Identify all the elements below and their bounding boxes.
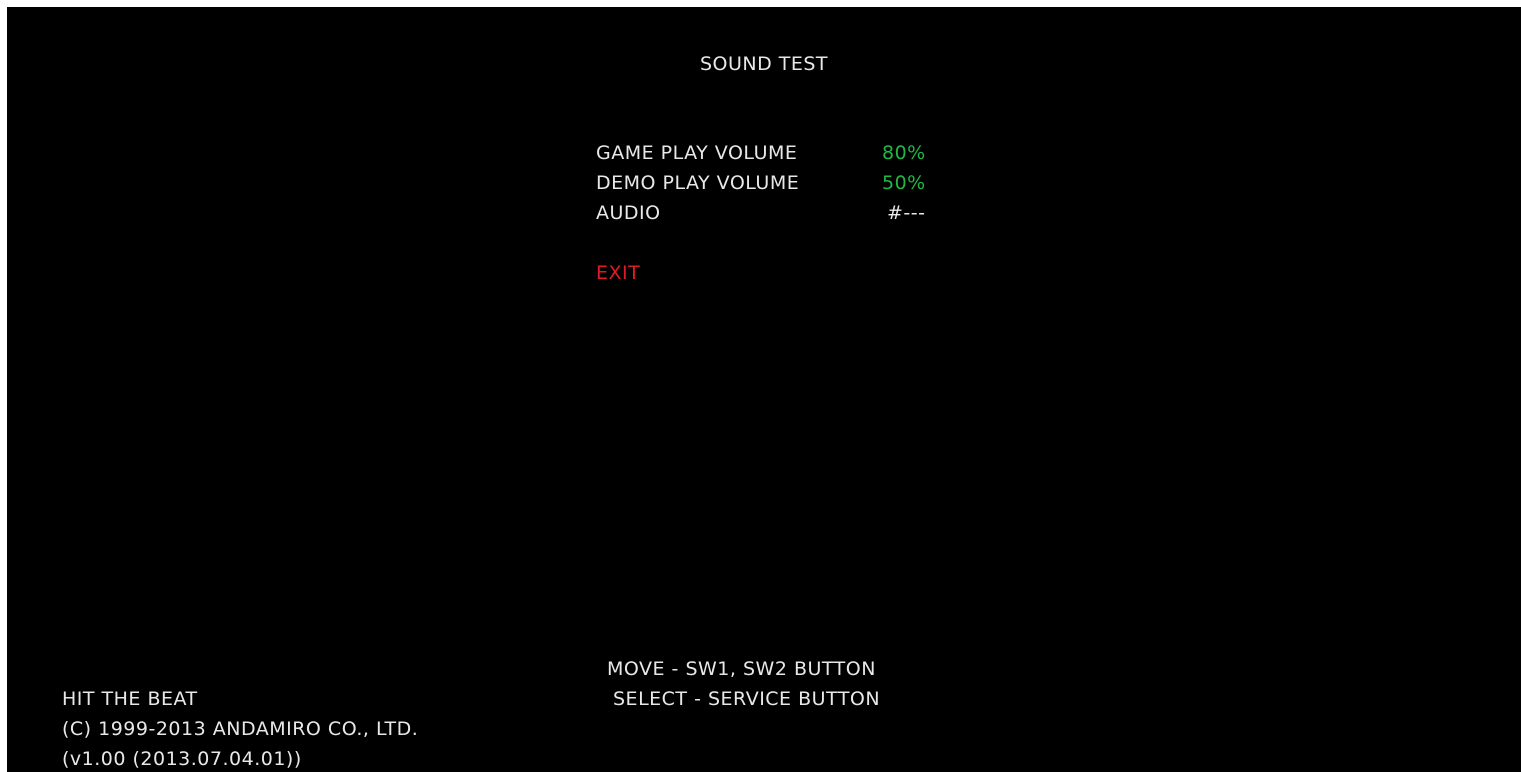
exit-menu-item[interactable]: EXIT [596, 261, 640, 285]
footer-game-title: HIT THE BEAT [62, 688, 198, 710]
help-move-text: MOVE - SW1, SW2 BUTTON [607, 658, 876, 680]
footer-version: (v1.00 (2013.07.04.01)) [62, 748, 302, 770]
menu-item-audio-value[interactable]: #--- [887, 201, 926, 225]
menu-item-game-play-volume-value[interactable]: 80% [882, 141, 926, 165]
footer-copyright: (C) 1999-2013 ANDAMIRO CO., LTD. [62, 718, 419, 740]
service-screen: SOUND TEST GAME PLAY VOLUME 80% DEMO PLA… [7, 7, 1521, 772]
help-select-text: SELECT - SERVICE BUTTON [613, 688, 881, 710]
menu-item-demo-play-volume-value[interactable]: 50% [882, 171, 926, 195]
menu-item-game-play-volume-label[interactable]: GAME PLAY VOLUME [596, 141, 797, 165]
screen-title: SOUND TEST [699, 53, 829, 75]
menu-item-audio-label[interactable]: AUDIO [596, 201, 661, 225]
menu-item-demo-play-volume-label[interactable]: DEMO PLAY VOLUME [596, 171, 799, 195]
